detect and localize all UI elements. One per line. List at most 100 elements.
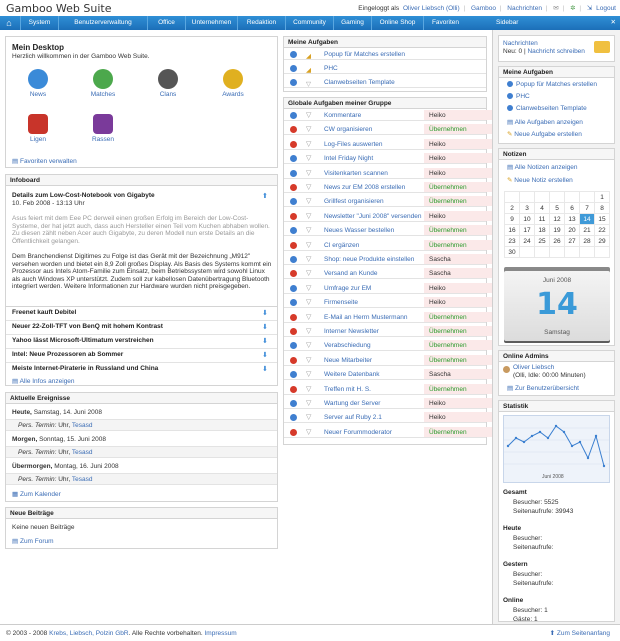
group-task-row[interactable]: ▽ News zur EM 2008 erstellen Übernehmen [284, 182, 492, 193]
group-task-row[interactable]: ▽ Versand an Kunde Sascha [284, 268, 492, 280]
task-title[interactable]: News zur EM 2008 erstellen [324, 182, 405, 193]
remove-icon[interactable] [290, 385, 297, 393]
calendar-day[interactable]: 19 [549, 224, 565, 236]
calendar-day[interactable]: 10 [519, 213, 535, 225]
task-row[interactable]: ◢ PHC [284, 63, 486, 74]
group-task-row[interactable]: ▽ Intel Friday Night Heiko [284, 153, 492, 165]
calendar-day[interactable]: 9 [504, 213, 520, 225]
remove-icon[interactable] [290, 241, 297, 249]
task-assignee[interactable]: Übernehmen [429, 225, 467, 236]
calendar-day[interactable]: 17 [519, 224, 535, 236]
news-item[interactable]: Yahoo lässt Microsoft-Ultimatum verstrei… [12, 337, 154, 344]
remove-icon[interactable] [290, 428, 297, 436]
remove-icon[interactable] [290, 140, 297, 148]
group-task-row[interactable]: ▽ Neue Mitarbeiter Übernehmen [284, 354, 492, 366]
task-assignee[interactable]: Übernehmen [429, 124, 467, 135]
group-task-row[interactable]: ▽ Neuer Forummoderator Übernehmen [284, 426, 492, 438]
calendar-day[interactable]: 13 [564, 213, 580, 225]
desktop-icon-matches[interactable]: Matches [89, 69, 117, 98]
calendar-day[interactable]: 5 [549, 202, 565, 214]
calendar-day[interactable]: 11 [534, 213, 550, 225]
download-icon[interactable]: ⬇ [262, 366, 269, 373]
nav-office[interactable]: Office [147, 16, 185, 30]
task-title[interactable]: Visitenkarten scannen [324, 168, 388, 179]
desktop-icon-ligen[interactable]: Ligen [24, 114, 52, 143]
task-title[interactable]: Weitere Datenbank [324, 369, 380, 380]
news-item[interactable]: Freenet kauft Debitel [12, 309, 76, 316]
calendar-day[interactable]: 25 [534, 235, 550, 247]
impressum-link[interactable]: Impressum [204, 630, 236, 637]
gamboo-link[interactable]: Gamboo [471, 5, 496, 12]
task-title[interactable]: Versand an Kunde [324, 268, 378, 279]
to-top-link[interactable]: ⬆ Zum Seitenanfang [550, 625, 610, 641]
download-icon[interactable]: ⬇ [262, 352, 269, 359]
task-title[interactable]: Neuer Forummoderator [324, 427, 392, 438]
group-task-row[interactable]: ▽ Shop: neue Produkte einstellen Sascha [284, 254, 492, 265]
new-task-link[interactable]: ✎ Neue Aufgabe erstellen [507, 130, 582, 138]
calendar-day[interactable]: 23 [504, 235, 520, 247]
status-icon[interactable] [290, 169, 297, 177]
calendar-day[interactable]: 22 [594, 224, 610, 236]
task-title[interactable]: Grillfest organisieren [324, 196, 384, 207]
nav-online-shop[interactable]: Online Shop [371, 16, 423, 30]
calendar-link[interactable]: ▦ Zum Kalender [12, 490, 61, 498]
task-title[interactable]: Newsletter "Juni 2008" versenden [324, 211, 421, 222]
calendar-day[interactable]: 28 [579, 235, 595, 247]
task-title[interactable]: Kommentare [324, 110, 361, 121]
group-task-row[interactable]: ▽ Server auf Ruby 2.1 Heiko [284, 412, 492, 424]
group-task-row[interactable]: ▽ CW organisieren Übernehmen [284, 124, 492, 136]
group-task-row[interactable]: ▽ Visitenkarten scannen Heiko [284, 167, 492, 179]
task-assignee[interactable]: Übernehmen [429, 182, 467, 193]
task-title[interactable]: Neue Mitarbeiter [324, 355, 372, 366]
task-title[interactable]: Server auf Ruby 2.1 [324, 412, 382, 423]
status-icon[interactable] [290, 256, 297, 263]
event-entry[interactable]: Pers. Termin: Uhr, Tesasd [18, 449, 92, 456]
sidebar-messages-link[interactable]: Nachrichten [503, 40, 538, 47]
task-title[interactable]: CW organisieren [324, 124, 372, 135]
status-icon[interactable] [290, 342, 297, 350]
desktop-icon-news[interactable]: News [24, 69, 52, 98]
news-item[interactable]: Intel: Neue Prozessoren ab Sommer [12, 351, 123, 358]
status-icon[interactable] [290, 112, 297, 119]
calendar-day[interactable]: 8 [594, 202, 610, 214]
nav-favoriten[interactable]: Favoriten [423, 16, 467, 30]
infoboard-main-title[interactable]: Details zum Low-Cost-Notebook von Gigaby… [12, 192, 155, 199]
status-icon[interactable] [290, 414, 297, 422]
task-title[interactable]: Interner Newsletter [324, 326, 379, 337]
close-icon[interactable]: ✕ [611, 16, 616, 30]
desktop-icon-rassen[interactable]: Rassen [89, 114, 117, 143]
remove-icon[interactable] [290, 126, 297, 134]
all-infos-link[interactable]: ▤ Alle Infos anzeigen [12, 377, 75, 385]
task-assignee[interactable]: Übernehmen [429, 355, 467, 366]
download-icon[interactable]: ⬇ [262, 338, 269, 345]
all-notes-link[interactable]: ▤ Alle Notizen anzeigen [507, 163, 577, 171]
nav-gaming[interactable]: Gaming [333, 16, 371, 30]
task-title[interactable]: Neues Wasser bestellen [324, 225, 394, 236]
group-task-row[interactable]: ▽ Weitere Datenbank Sascha [284, 369, 492, 381]
forum-link[interactable]: ▤ Zum Forum [12, 537, 54, 545]
favorites-link[interactable]: ▤ Favoriten verwalten [12, 157, 77, 165]
group-task-row[interactable]: ▽ Wartung der Server Heiko [284, 398, 492, 409]
calendar-day[interactable]: 6 [564, 202, 580, 214]
task-assignee[interactable]: Übernehmen [429, 326, 467, 337]
download-icon[interactable]: ⬇ [262, 324, 269, 331]
group-task-row[interactable]: ▽ Newsletter "Juni 2008" versenden Heiko [284, 210, 492, 222]
remove-icon[interactable] [290, 212, 297, 220]
calendar-day[interactable]: 14 [579, 213, 595, 225]
calendar-day[interactable]: 27 [564, 235, 580, 247]
task-title[interactable]: Umfrage zur EM [324, 283, 371, 294]
group-task-row[interactable]: ▽ Verabschiedung Übernehmen [284, 340, 492, 352]
footer-company-link[interactable]: Krebs, Liebsch, Polzin GbR [49, 630, 128, 637]
calendar-day[interactable]: 26 [549, 235, 565, 247]
gear-icon[interactable]: ✲ [570, 5, 575, 12]
task-assignee[interactable]: Übernehmen [429, 240, 467, 251]
task-assignee[interactable]: Übernehmen [429, 340, 467, 351]
task-title[interactable]: Verabschiedung [324, 340, 371, 351]
calendar-day[interactable]: 18 [534, 224, 550, 236]
download-icon[interactable]: ⬇ [262, 310, 269, 317]
remove-icon[interactable] [290, 313, 297, 321]
sidebar-task[interactable]: PHC [507, 93, 530, 100]
task-assignee[interactable]: Übernehmen [429, 312, 467, 323]
group-task-row[interactable]: ▽ CI ergänzen Übernehmen [284, 239, 492, 251]
status-icon[interactable] [290, 227, 297, 235]
